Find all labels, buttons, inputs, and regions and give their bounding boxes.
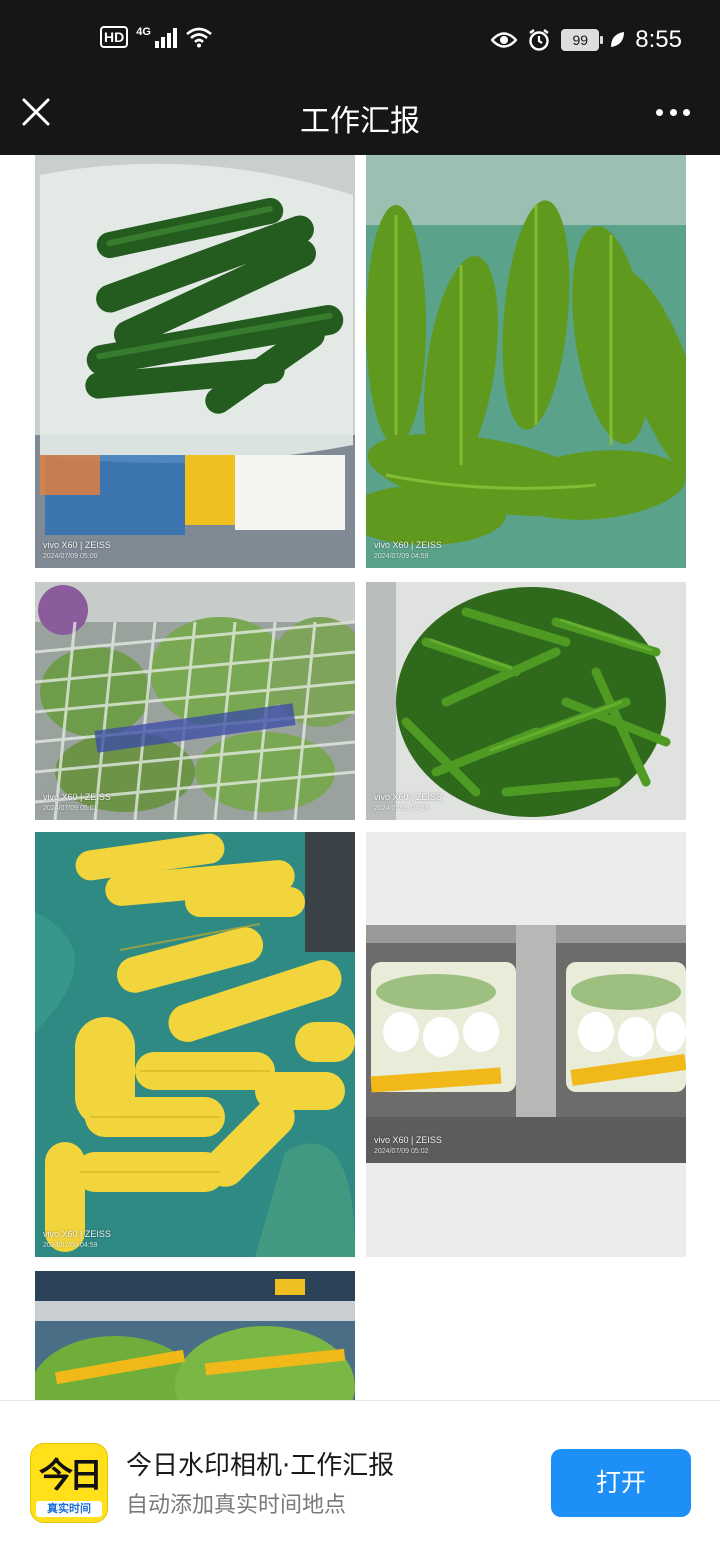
photo-bitter-melon-image	[366, 155, 686, 568]
eye-icon	[491, 32, 518, 48]
more-options-button[interactable]	[656, 106, 690, 118]
photo-watermark: vivo X60 | ZEISS 2024/07/09 04:59	[43, 1229, 111, 1249]
photo-lettuce-image	[35, 1271, 355, 1400]
photo-corn-image	[35, 832, 355, 1257]
photo-bitter-melon[interactable]: vivo X60 | ZEISS 2024/07/09 04:59	[366, 155, 686, 568]
dot-icon	[656, 108, 663, 116]
wifi-icon	[186, 27, 212, 48]
open-button[interactable]: 打开	[551, 1449, 691, 1517]
photo-cabbage[interactable]: vivo X60 | ZEISS 2024/07/09 05:01	[35, 582, 355, 820]
photo-cucumber-image	[35, 155, 355, 568]
app-subtitle: 自动添加真实时间地点	[126, 1493, 347, 1518]
battery-icon: 99	[561, 29, 604, 51]
alarm-icon	[529, 29, 550, 51]
dot-icon	[683, 108, 690, 116]
dot-icon	[669, 108, 677, 116]
photo-lettuce[interactable]	[35, 1271, 355, 1400]
photo-grid: vivo X60 | ZEISS 2024/07/09 05:00 vivo X6…	[0, 155, 720, 1400]
photo-cabbage-image	[35, 582, 355, 820]
clock: 8:55	[635, 26, 682, 53]
page-title: 工作汇报	[300, 104, 420, 139]
status-left: HD 4G	[100, 26, 213, 48]
photo-watermark: vivo X60 | ZEISS 2024/07/09 05:01	[43, 792, 111, 812]
app-promo-bar: 今日 真实时间 今日水印相机·工作汇报 自动添加真实时间地点 打开	[0, 1400, 720, 1560]
app-name: 今日水印相机·工作汇报	[126, 1451, 395, 1481]
nav-bar: 工作汇报	[0, 80, 720, 155]
photo-green-pepper[interactable]: vivo X60 | ZEISS 2024/07/09 04:59	[366, 582, 686, 820]
photo-watermark: vivo X60 | ZEISS 2024/07/09 05:00	[43, 540, 111, 560]
app-logo-icon[interactable]: 今日 真实时间	[30, 1443, 108, 1523]
status-bar: HD 4G 99 8:55	[0, 0, 720, 80]
status-right: 99 8:55	[491, 26, 682, 54]
signal-icon: 4G	[136, 26, 177, 48]
photo-watermark: vivo X60 | ZEISS 2024/07/09 04:59	[374, 792, 442, 812]
app-logo-text: 今日	[39, 1456, 103, 1496]
photo-bok-choy-image	[366, 832, 686, 1257]
network-type: 4G	[136, 26, 151, 38]
leaf-icon	[611, 32, 625, 47]
photo-watermark: vivo X60 | ZEISS 2024/07/09 05:02	[374, 1135, 442, 1155]
photo-bok-choy[interactable]: vivo X60 | ZEISS 2024/07/09 05:02	[366, 832, 686, 1257]
photo-corn[interactable]: vivo X60 | ZEISS 2024/07/09 04:59	[35, 832, 355, 1257]
hd-icon: HD	[100, 26, 129, 48]
photo-cucumber[interactable]: vivo X60 | ZEISS 2024/07/09 05:00	[35, 155, 355, 568]
photo-green-pepper-image	[366, 582, 686, 820]
app-logo-strip: 真实时间	[36, 1501, 102, 1517]
photo-watermark: vivo X60 | ZEISS 2024/07/09 04:59	[374, 540, 442, 560]
